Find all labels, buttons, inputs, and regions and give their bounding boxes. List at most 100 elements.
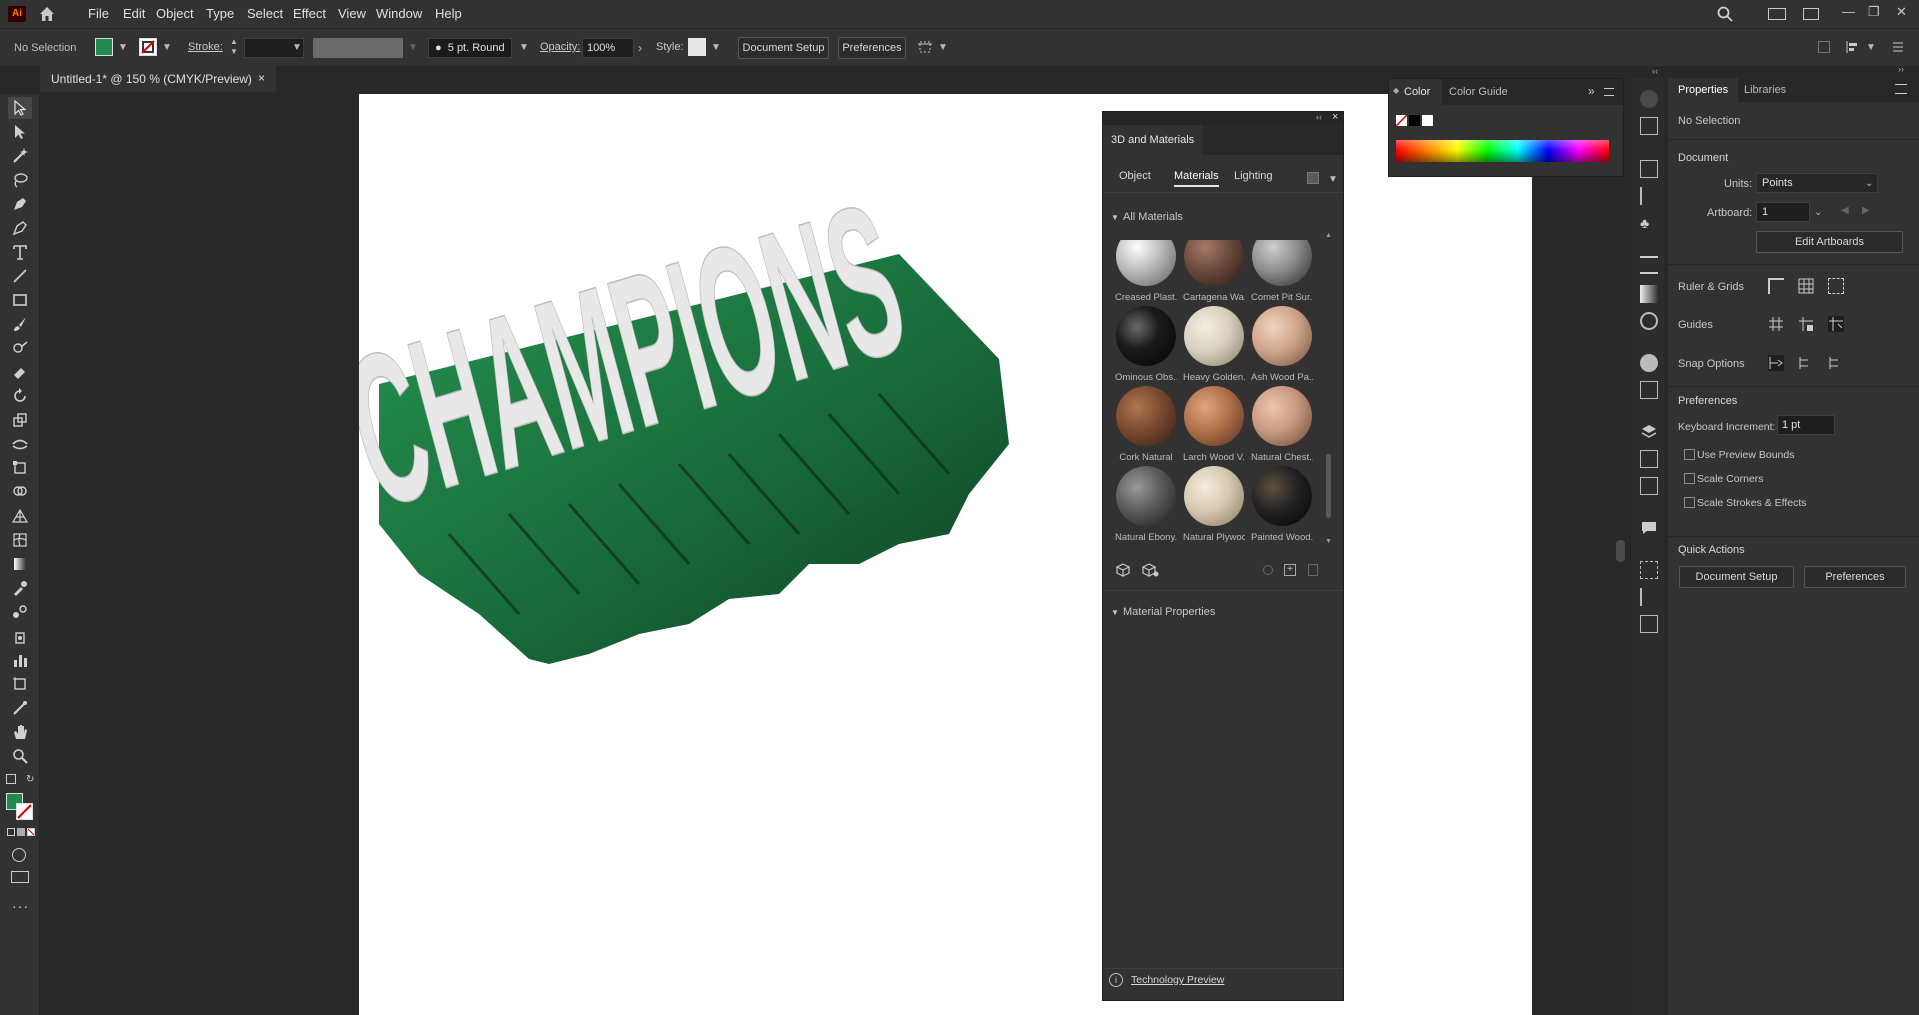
close-window-icon[interactable]: ✕	[1896, 4, 1907, 20]
collapse-panel-icon[interactable]: ‹‹	[1316, 112, 1322, 122]
graphic-style-swatch[interactable]	[688, 38, 706, 56]
grid-icon[interactable]	[1798, 278, 1814, 294]
chevron-down-icon[interactable]: ▼	[938, 42, 948, 53]
scroll-down-icon[interactable]: ▼	[1325, 538, 1332, 545]
artboards-icon[interactable]	[1640, 477, 1658, 495]
rectangle-tool-icon[interactable]	[8, 289, 32, 311]
gradient-mode-icon[interactable]	[17, 828, 25, 836]
materials-scrollbar[interactable]: ▲ ▼	[1325, 232, 1333, 552]
eyedropper-tool-icon[interactable]	[8, 577, 32, 599]
screen-mode-icon[interactable]	[11, 871, 29, 883]
stroke-label[interactable]: Stroke:	[188, 41, 223, 53]
chevron-down-icon[interactable]: ▼	[519, 42, 529, 53]
shape-builder-tool-icon[interactable]	[8, 481, 32, 503]
symbol-sprayer-tool-icon[interactable]	[8, 625, 32, 647]
scale-tool-icon[interactable]	[8, 409, 32, 431]
black-swatch[interactable]	[1409, 115, 1420, 126]
free-transform-tool-icon[interactable]	[8, 457, 32, 479]
stroke-stepper[interactable]: ▲ ▼	[230, 37, 240, 57]
scale-corners-checkbox[interactable]	[1684, 473, 1695, 484]
rotate-tool-icon[interactable]	[8, 385, 32, 407]
variable-width-profile[interactable]	[313, 38, 403, 58]
none-swatch[interactable]	[1395, 114, 1408, 127]
scroll-up-icon[interactable]: ▲	[1325, 232, 1332, 239]
add-material-icon[interactable]: +	[1284, 564, 1296, 576]
direct-selection-tool-icon[interactable]	[8, 121, 32, 143]
panel-menu-icon[interactable]	[1890, 39, 1906, 55]
artboard-field[interactable]: 1	[1756, 202, 1810, 222]
shaper-tool-icon[interactable]	[8, 337, 32, 359]
artboard[interactable]: CHAMPIONS	[326, 94, 1532, 1015]
pixel-grid-icon[interactable]	[1828, 278, 1844, 294]
brush-definition[interactable]: ● 5 pt. Round	[428, 38, 512, 58]
material-properties-header[interactable]: Material Properties	[1123, 606, 1215, 618]
material-tile[interactable]: Larch Wood V...	[1183, 386, 1245, 463]
menu-select[interactable]: Select	[247, 6, 283, 21]
quick-preferences-button[interactable]: Preferences	[1804, 566, 1906, 588]
restore-icon[interactable]: ❐	[1868, 4, 1880, 20]
stroke-icon[interactable]	[1640, 256, 1658, 274]
zoom-tool-icon[interactable]	[8, 745, 32, 767]
material-tile[interactable]: Heavy Golden...	[1183, 306, 1245, 383]
opacity-label[interactable]: Opacity:	[540, 41, 580, 53]
units-select[interactable]: Points	[1756, 173, 1878, 193]
preferences-button[interactable]: Preferences	[838, 37, 906, 59]
chevron-down-icon[interactable]: ▼	[162, 42, 172, 53]
none-mode-icon[interactable]	[27, 828, 35, 836]
document-tab[interactable]: Untitled-1* @ 150 % (CMYK/Preview)	[40, 66, 276, 92]
isolate-icon[interactable]	[1818, 41, 1830, 53]
material-tile[interactable]: Comet Pit Sur...	[1251, 240, 1313, 303]
toolbar-stroke-swatch[interactable]	[16, 803, 33, 820]
tab-libraries[interactable]: Libraries	[1744, 84, 1786, 96]
selection-tool-icon[interactable]	[8, 97, 32, 119]
document-setup-button[interactable]: Document Setup	[738, 37, 829, 59]
snap-to-pixel-icon[interactable]	[1828, 355, 1844, 371]
render-icon[interactable]	[1307, 172, 1319, 184]
collapse-panel-icon[interactable]: ››	[1898, 64, 1904, 74]
panel-menu-icon[interactable]	[1895, 84, 1907, 94]
menu-file[interactable]: File	[88, 6, 109, 21]
tab-object[interactable]: Object	[1119, 170, 1151, 182]
3d-materials-icon[interactable]	[1640, 90, 1658, 108]
snap-to-grid-icon[interactable]	[1798, 355, 1814, 371]
align-panel-icon[interactable]	[1640, 588, 1658, 606]
transform-icon[interactable]	[917, 39, 933, 55]
slice-tool-icon[interactable]	[8, 697, 32, 719]
close-panel-icon[interactable]: ×	[1332, 111, 1338, 123]
brushes-icon[interactable]	[1640, 187, 1658, 205]
menu-help[interactable]: Help	[435, 6, 462, 21]
minimize-icon[interactable]: —	[1842, 4, 1855, 19]
material-tile[interactable]: Natural Ebony...	[1115, 466, 1177, 543]
expand-icon[interactable]: »	[1588, 84, 1595, 98]
graphic-styles-icon[interactable]	[1640, 381, 1658, 399]
curvature-tool-icon[interactable]	[8, 217, 32, 239]
line-segment-tool-icon[interactable]	[8, 265, 32, 287]
asset-export-icon[interactable]	[1640, 450, 1658, 468]
color-mode-icon[interactable]	[7, 828, 15, 836]
swatches-icon[interactable]	[1640, 160, 1658, 178]
comments-icon[interactable]	[1640, 519, 1658, 537]
champions-3d-artwork[interactable]: CHAMPIONS	[326, 94, 1532, 1015]
collapse-dock-icon[interactable]: ‹‹	[1652, 66, 1658, 76]
scale-strokes-effects-checkbox[interactable]	[1684, 497, 1695, 508]
column-graph-tool-icon[interactable]	[8, 649, 32, 671]
opacity-field[interactable]: 100%	[582, 38, 634, 58]
all-materials-header[interactable]: All Materials	[1123, 211, 1183, 223]
tab-lighting[interactable]: Lighting	[1234, 170, 1273, 182]
type-tool-icon[interactable]	[8, 241, 32, 263]
tab-properties[interactable]: Properties	[1678, 84, 1728, 96]
eraser-tool-icon[interactable]	[8, 361, 32, 383]
close-tab-icon[interactable]: ×	[258, 71, 265, 85]
show-guides-icon[interactable]	[1768, 316, 1784, 332]
symbols-icon[interactable]: ♣	[1640, 214, 1658, 232]
material-tile[interactable]: Painted Wood...	[1251, 466, 1313, 543]
quick-document-setup-button[interactable]: Document Setup	[1679, 566, 1794, 588]
chevron-right-icon[interactable]: ›	[638, 41, 642, 55]
arrange-documents-icon[interactable]	[1768, 8, 1786, 20]
chevron-down-icon[interactable]: ⌄	[1865, 178, 1873, 189]
chevron-down-icon[interactable]: ▼	[1866, 42, 1876, 53]
blend-tool-icon[interactable]	[8, 601, 32, 623]
chevron-down-icon[interactable]: ▼	[292, 42, 302, 53]
materials-library-icon[interactable]	[1115, 562, 1131, 578]
menu-edit[interactable]: Edit	[123, 6, 145, 21]
